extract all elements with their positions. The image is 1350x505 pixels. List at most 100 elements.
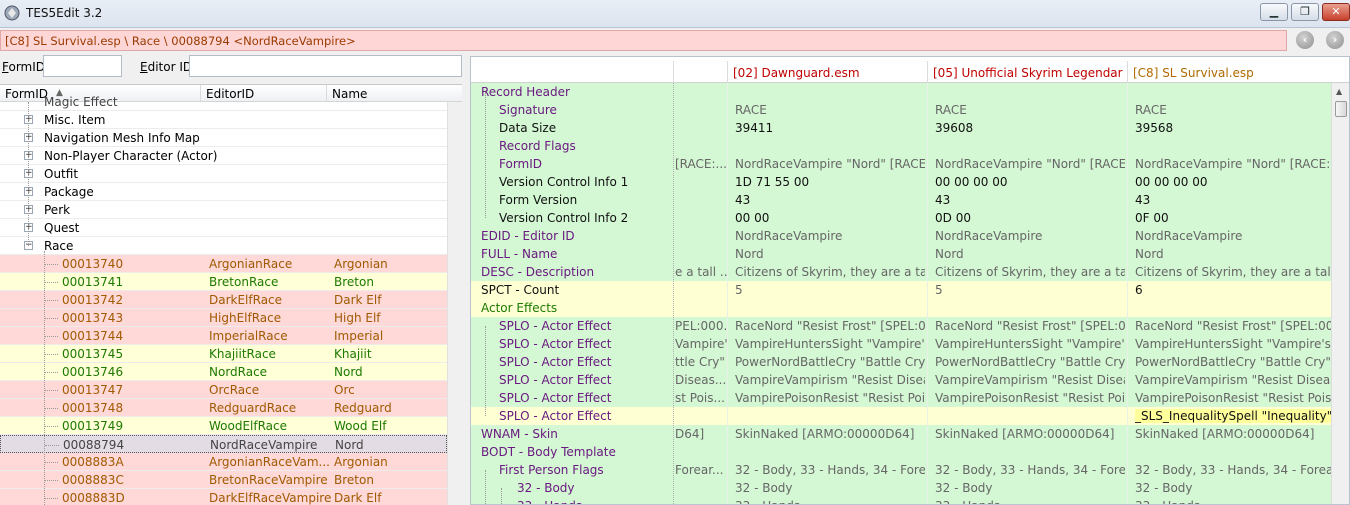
table-row[interactable]: 00013747 OrcRace Orc: [0, 381, 447, 399]
grid-row[interactable]: SPLO - Actor Effect st Pois... VampirePois…: [471, 389, 1331, 407]
forward-arrow-icon[interactable]: ›: [1326, 31, 1344, 49]
grid-row[interactable]: EDID - Editor ID NordRaceVampire NordRaceV…: [471, 227, 1331, 245]
field-value-sl-survival: 39568: [1135, 121, 1174, 135]
grid-row[interactable]: 33 - Hands 33 - Hands 33 - Hands 33 - Hands: [471, 497, 1331, 504]
grid-row[interactable]: DESC - Description e a tall ... Citizens o…: [471, 263, 1331, 281]
table-row[interactable]: 0008883A ArgonianRaceVam... Argonian: [0, 453, 447, 471]
table-row[interactable]: 0008883D DarkElfRaceVampire Dark Elf: [0, 489, 447, 505]
group-label: Non-Player Character (Actor): [44, 149, 218, 163]
grid-row[interactable]: Record Header: [471, 83, 1331, 101]
field-value-unofficial-patch: Citizens of Skyrim, they are a tall ...: [935, 265, 1125, 279]
grid-row[interactable]: BODT - Body Template: [471, 443, 1331, 461]
grid-row[interactable]: FormID [RACE:... NordRaceVampire "Nord" [R…: [471, 155, 1331, 173]
group-label: Misc. Item: [44, 113, 106, 127]
record-formid: 00013742: [62, 293, 124, 307]
grid-row[interactable]: SPLO - Actor Effect _SLS_InequalitySpell …: [471, 407, 1331, 425]
field-value-sl-survival: SkinNaked [ARMO:00000D64]: [1135, 427, 1315, 441]
field-value-sl-survival: NordRaceVampire "Nord" [RACE:...: [1135, 157, 1331, 171]
field-name: BODT - Body Template: [481, 445, 616, 459]
field-value-dawnguard: NordRaceVampire "Nord" [RACE:...: [735, 157, 925, 171]
record-name: Dark Elf: [334, 491, 382, 505]
grid-row[interactable]: FULL - Name Nord Nord Nord: [471, 245, 1331, 263]
field-value-unofficial-patch: 5: [935, 283, 943, 297]
grid-row[interactable]: Signature RACE RACE RACE: [471, 101, 1331, 119]
table-row[interactable]: 00013742 DarkElfRace Dark Elf: [0, 291, 447, 309]
scroll-up-icon[interactable]: ▲: [1336, 87, 1342, 96]
field-name: SPLO - Actor Effect: [499, 337, 612, 351]
grid-row[interactable]: WNAM - Skin D64] SkinNaked [ARMO:00000D64]…: [471, 425, 1331, 443]
tree-group[interactable]: + Perk: [0, 201, 447, 219]
table-row[interactable]: 00013741 BretonRace Breton: [0, 273, 447, 291]
field-value-dawnguard: SkinNaked [ARMO:00000D64]: [735, 427, 915, 441]
table-row[interactable]: 0008883C BretonRaceVampire Breton: [0, 471, 447, 489]
record-formid: 00013744: [62, 329, 124, 343]
record-name: High Elf: [334, 311, 381, 325]
tree-group[interactable]: + Outfit: [0, 165, 447, 183]
table-row[interactable]: 00013745 KhajiitRace Khajiit: [0, 345, 447, 363]
grid-row[interactable]: SPLO - Actor Effect Vampire's ... VampireH…: [471, 335, 1331, 353]
record-tree[interactable]: FormID ▲ EditorID Name Magic Effect + Misc…: [0, 84, 462, 505]
table-row[interactable]: 00013746 NordRace Nord: [0, 363, 447, 381]
pane-splitter[interactable]: [462, 52, 470, 505]
grid-row[interactable]: Actor Effects: [471, 299, 1331, 317]
record-editorid: OrcRace: [209, 383, 260, 397]
filter-bar: FormID Editor ID: [0, 52, 466, 82]
grid-row[interactable]: Form Version 43 43 43: [471, 191, 1331, 209]
scroll-thumb[interactable]: [1335, 101, 1347, 117]
field-value-unofficial-patch: 0D 00: [935, 211, 971, 225]
table-row[interactable]: 00013740 ArgonianRace Argonian: [0, 255, 447, 273]
grid-row[interactable]: Data Size 39411 39608 39568: [471, 119, 1331, 137]
record-name: Nord: [335, 438, 364, 452]
grid-row[interactable]: SPLO - Actor Effect ttle Cry" ... PowerNor…: [471, 353, 1331, 371]
column-header-sl-survival[interactable]: [C8] SL Survival.esp: [1133, 66, 1323, 80]
close-button[interactable]: ✕: [1322, 3, 1350, 21]
field-value-unofficial-patch: 32 - Body: [935, 481, 993, 495]
tree-group[interactable]: + Quest: [0, 219, 447, 237]
field-name: Version Control Info 2: [499, 211, 629, 225]
field-value-overflow: ttle Cry" ...: [675, 355, 727, 369]
field-value-dawnguard: VampireHuntersSight "Vampire's ...: [735, 337, 925, 351]
tree-group[interactable]: + Misc. Item: [0, 111, 447, 129]
editorid-filter-input[interactable]: [189, 55, 462, 77]
table-row[interactable]: 00088794 NordRaceVampire Nord: [0, 435, 447, 453]
field-name: WNAM - Skin: [481, 427, 558, 441]
column-header-unofficial-patch[interactable]: [05] Unofficial Skyrim Legendary ...: [933, 66, 1123, 80]
grid-row[interactable]: 32 - Body 32 - Body 32 - Body 32 - Body: [471, 479, 1331, 497]
maximize-button[interactable]: ❐: [1291, 3, 1319, 21]
field-value-unofficial-patch: NordRaceVampire "Nord" [RACE:...: [935, 157, 1125, 171]
tree-group[interactable]: + Package: [0, 183, 447, 201]
grid-row[interactable]: SPLO - Actor Effect Diseas... VampireVampi…: [471, 371, 1331, 389]
minimize-button[interactable]: ▁: [1260, 3, 1288, 21]
grid-row[interactable]: Version Control Info 2 00 00 0D 00 0F 00: [471, 209, 1331, 227]
tree-scrollbar[interactable]: [447, 102, 462, 505]
field-value-unofficial-patch: NordRaceVampire: [935, 229, 1043, 243]
formid-filter-input[interactable]: [43, 55, 122, 77]
grid-row[interactable]: SPLO - Actor Effect PEL:000... RaceNord "R…: [471, 317, 1331, 335]
tree-group[interactable]: + Navigation Mesh Info Map: [0, 129, 447, 147]
table-row[interactable]: 00013749 WoodElfRace Wood Elf: [0, 417, 447, 435]
grid-row[interactable]: Version Control Info 1 1D 71 55 00 00 00 0…: [471, 173, 1331, 191]
column-header-dawnguard[interactable]: [02] Dawnguard.esm: [733, 66, 923, 80]
record-name: Breton: [334, 275, 374, 289]
record-name: Argonian: [334, 455, 388, 469]
tree-group[interactable]: + Non-Player Character (Actor): [0, 147, 447, 165]
table-row[interactable]: 00013748 RedguardRace Redguard: [0, 399, 447, 417]
field-value-dawnguard: 00 00: [735, 211, 770, 225]
grid-scrollbar[interactable]: ▲: [1331, 83, 1349, 504]
table-row[interactable]: 00013744 ImperialRace Imperial: [0, 327, 447, 345]
record-editorid: WoodElfRace: [209, 419, 288, 433]
field-name: Record Flags: [499, 139, 576, 153]
field-name: SPLO - Actor Effect: [499, 319, 612, 333]
field-value-unofficial-patch: 00 00 00 00: [935, 175, 1008, 189]
tree-group[interactable]: − Race: [0, 237, 447, 255]
grid-row[interactable]: Record Flags: [471, 137, 1331, 155]
back-arrow-icon[interactable]: ‹: [1296, 31, 1314, 49]
grid-row[interactable]: SPCT - Count 5 5 6: [471, 281, 1331, 299]
grid-row[interactable]: First Person Flags Forear... 32 - Body, 33…: [471, 461, 1331, 479]
field-name: Actor Effects: [481, 301, 558, 315]
field-value-unofficial-patch: VampireVampirism "Resist Diseas...: [935, 373, 1125, 387]
field-name: Signature: [499, 103, 557, 117]
list-item[interactable]: Magic Effect: [0, 93, 447, 111]
field-value-sl-survival: 32 - Body: [1135, 481, 1193, 495]
table-row[interactable]: 00013743 HighElfRace High Elf: [0, 309, 447, 327]
